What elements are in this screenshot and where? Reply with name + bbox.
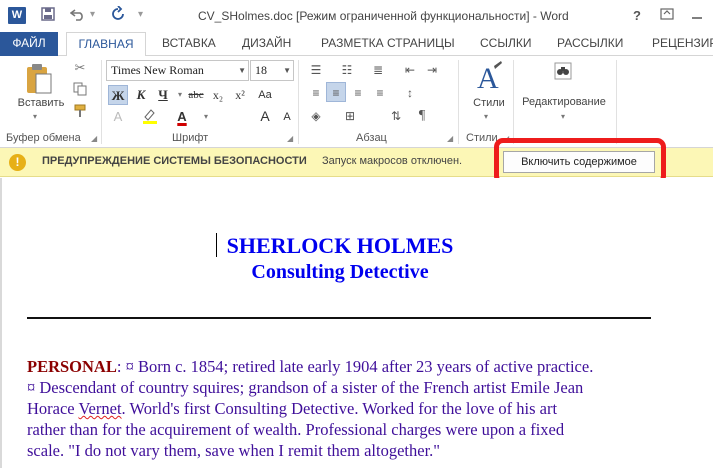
security-warning-title: ПРЕДУПРЕЖДЕНИЕ СИСТЕМЫ БЕЗОПАСНОСТИ — [42, 155, 307, 167]
borders-icon[interactable]: ⊞ — [340, 106, 360, 126]
sort-icon[interactable]: ⇅ — [386, 106, 406, 126]
bullets-icon[interactable]: ☰ — [306, 60, 326, 80]
word-logo-icon[interactable]: W — [8, 7, 26, 24]
editing-button[interactable]: Редактирование — [516, 96, 612, 108]
body-line-2: ¤ Descendant of country squires; grandso… — [27, 378, 584, 397]
bold-button[interactable]: Ж — [108, 85, 128, 105]
styles-icon[interactable]: A — [474, 60, 504, 96]
customize-qat-icon[interactable]: ▾ — [138, 9, 143, 20]
tab-insert[interactable]: ВСТАВКА — [162, 32, 216, 56]
font-name-value: Times New Roman — [111, 63, 204, 77]
tab-design[interactable]: ДИЗАЙН — [242, 32, 291, 56]
font-name-select[interactable]: Times New Roman ▼ — [106, 60, 249, 81]
grow-font-button[interactable]: A — [255, 106, 275, 126]
warning-icon: ! — [9, 154, 26, 171]
clipboard-group-label: Буфер обмена — [6, 132, 81, 144]
shrink-font-button[interactable]: A — [277, 107, 297, 127]
font-color-dropdown-icon[interactable]: ▾ — [196, 107, 216, 127]
ribbon-options-icon[interactable] — [656, 6, 678, 26]
shading-icon[interactable]: ◈ — [306, 106, 326, 126]
minimize-icon[interactable] — [686, 6, 708, 26]
justify-icon[interactable]: ≡ — [370, 83, 390, 103]
personal-label: PERSONAL — [27, 357, 117, 376]
font-size-select[interactable]: 18 ▼ — [250, 60, 294, 81]
tab-mailings[interactable]: РАССЫЛКИ — [557, 32, 623, 56]
save-icon[interactable] — [38, 6, 58, 26]
paste-button[interactable]: Вставить — [14, 97, 68, 109]
group-divider — [458, 60, 459, 144]
increase-indent-icon[interactable]: ⇥ — [422, 60, 442, 80]
styles-dropdown-icon[interactable]: ▾ — [484, 112, 488, 121]
chevron-down-icon: ▼ — [238, 66, 246, 75]
editing-dropdown-icon[interactable]: ▾ — [561, 112, 565, 121]
body-line-5: scale. "I do not vary them, save when I … — [27, 441, 441, 460]
font-color-icon[interactable]: A — [172, 107, 192, 127]
undo-icon[interactable] — [68, 6, 88, 26]
align-center-icon[interactable]: ≡ — [326, 82, 346, 102]
clipboard-launcher-icon[interactable]: ◢ — [91, 134, 97, 143]
italic-button[interactable]: К — [131, 85, 151, 105]
body-line-1-text: : ¤ Born c. 1854; retired late early 190… — [116, 357, 594, 376]
tab-review[interactable]: РЕЦЕНЗИРО — [652, 32, 713, 56]
decrease-indent-icon[interactable]: ⇤ — [400, 60, 420, 80]
body-line-3-post: . World's first Consulting Detective. Wo… — [121, 399, 558, 418]
tab-home[interactable]: ГЛАВНАЯ — [66, 32, 146, 57]
numbering-icon[interactable]: ☷ — [337, 60, 357, 80]
find-icon[interactable] — [552, 60, 574, 82]
page-edge — [0, 178, 2, 468]
tab-layout[interactable]: РАЗМЕТКА СТРАНИЦЫ — [321, 32, 455, 56]
superscript-button[interactable]: x² — [230, 85, 250, 105]
copy-icon[interactable] — [72, 82, 88, 98]
highlight-color-icon[interactable] — [140, 107, 160, 127]
title-bar: W ▾ ▾ CV_SHolmes.doc [Режим ограниченной… — [0, 0, 713, 32]
font-group-label: Шрифт — [172, 132, 209, 144]
font-launcher-icon[interactable]: ◢ — [287, 134, 293, 143]
paragraph-group-label: Абзац — [356, 132, 387, 144]
group-divider — [101, 60, 102, 144]
line-spacing-icon[interactable]: ↕ — [400, 83, 420, 103]
paste-icon[interactable] — [24, 62, 54, 96]
align-left-icon[interactable]: ≡ — [306, 83, 326, 103]
chevron-down-icon: ▼ — [283, 66, 291, 75]
multilevel-list-icon[interactable]: ≣ — [368, 60, 388, 80]
body-line-1: PERSONAL: ¤ Born c. 1854; retired late e… — [27, 357, 667, 377]
group-divider — [513, 60, 514, 144]
body-line-3: Horace Vernet. World's first Consulting … — [27, 399, 667, 419]
group-divider — [616, 60, 617, 144]
change-case-button[interactable]: Aa — [255, 85, 275, 105]
help-icon[interactable]: ? — [626, 6, 648, 26]
document-heading-subtitle: Consulting Detective — [251, 261, 429, 283]
cut-icon[interactable]: ✂ — [72, 60, 88, 76]
security-warning-message: Запуск макросов отключен. — [322, 155, 463, 167]
horizontal-rule — [27, 317, 651, 319]
styles-button[interactable]: Стили — [468, 97, 510, 109]
body-line-3-pre: Horace — [27, 399, 79, 418]
tab-references[interactable]: ССЫЛКИ — [480, 32, 531, 56]
ribbon-tabs: ФАЙЛ ГЛАВНАЯ ВСТАВКА ДИЗАЙН РАЗМЕТКА СТР… — [0, 32, 713, 57]
show-marks-icon[interactable]: ¶ — [412, 106, 432, 126]
body-line-4: rather than for the acquirement of wealt… — [27, 420, 565, 439]
redo-icon[interactable] — [108, 5, 128, 26]
window-title: CV_SHolmes.doc [Режим ограниченной функц… — [198, 9, 569, 23]
spelling-error-word[interactable]: Vernet — [78, 399, 121, 418]
ribbon: Вставить ▾ ✂ Буфер обмена ◢ Times New Ro… — [0, 56, 713, 148]
align-right-icon[interactable]: ≡ — [348, 83, 368, 103]
paste-dropdown-icon[interactable]: ▾ — [33, 112, 37, 121]
text-cursor — [216, 233, 217, 257]
subscript-button[interactable]: x₂ — [208, 85, 228, 105]
text-effects-icon[interactable]: A — [108, 107, 128, 127]
tab-file[interactable]: ФАЙЛ — [0, 32, 58, 56]
paragraph-launcher-icon[interactable]: ◢ — [447, 134, 453, 143]
document-heading-name: SHERLOCK HOLMES — [226, 233, 454, 258]
strikethrough-button[interactable]: abc — [186, 85, 206, 105]
group-divider — [298, 60, 299, 144]
format-painter-icon[interactable] — [72, 104, 88, 120]
undo-dropdown-icon[interactable]: ▾ — [90, 9, 95, 20]
font-size-value: 18 — [255, 63, 267, 77]
